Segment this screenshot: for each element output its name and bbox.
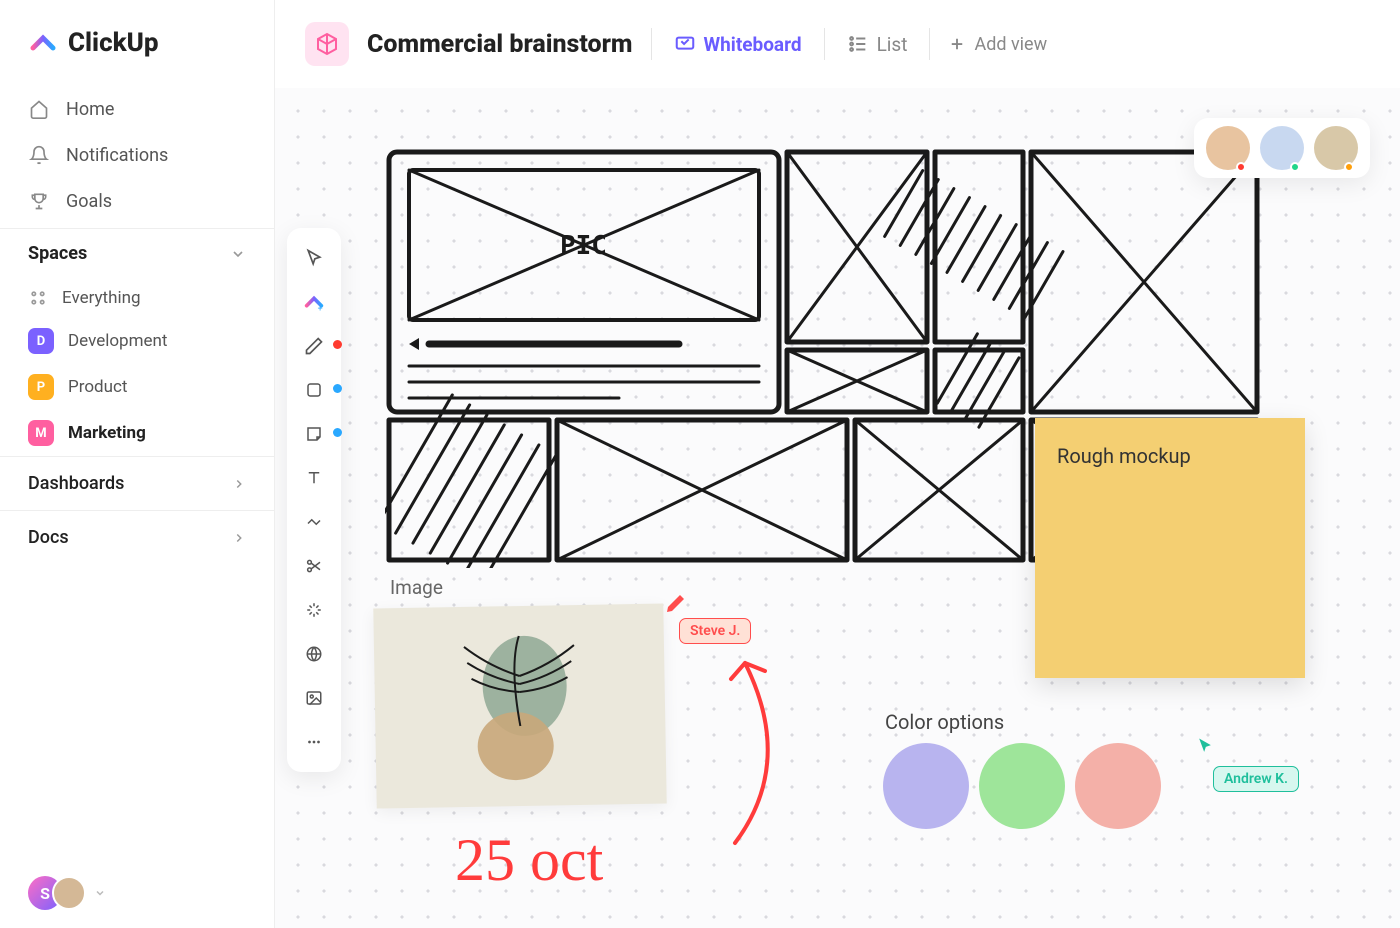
- tool-pointer[interactable]: [294, 238, 334, 278]
- nav-dashboards[interactable]: Dashboards: [0, 456, 274, 510]
- tool-clickup[interactable]: +: [294, 282, 334, 322]
- collaborator-avatar[interactable]: [1260, 126, 1304, 170]
- add-view[interactable]: Add view: [948, 34, 1047, 55]
- space-development[interactable]: D Development: [0, 318, 274, 364]
- tool-sticky[interactable]: [294, 414, 334, 454]
- nav-label: Notifications: [66, 145, 168, 166]
- plus-icon: [948, 35, 966, 53]
- bell-icon: [28, 144, 50, 166]
- whiteboard-canvas[interactable]: +: [275, 88, 1400, 928]
- tool-scissors[interactable]: [294, 546, 334, 586]
- separator: [824, 28, 825, 60]
- space-badge: M: [28, 420, 54, 446]
- nav-home[interactable]: Home: [0, 86, 274, 132]
- list-icon: [847, 33, 869, 55]
- collaborators[interactable]: [1194, 118, 1370, 178]
- nav-label: Goals: [66, 191, 112, 212]
- nav-docs[interactable]: Docs: [0, 510, 274, 564]
- grid-icon: [28, 288, 48, 308]
- collaborator-avatar[interactable]: [1206, 126, 1250, 170]
- tool-web[interactable]: [294, 634, 334, 674]
- spaces-everything[interactable]: Everything: [0, 278, 274, 318]
- view-list[interactable]: List: [843, 27, 912, 62]
- logo-text: ClickUp: [68, 28, 159, 58]
- tool-connector[interactable]: [294, 502, 334, 542]
- tool-more[interactable]: [294, 722, 334, 762]
- trophy-icon: [28, 190, 50, 212]
- tool-sparkle[interactable]: [294, 590, 334, 630]
- nav-label: Home: [66, 99, 114, 120]
- cursor-tag-andrew: Andrew K.: [1213, 766, 1299, 792]
- chevron-down-icon: [230, 246, 246, 262]
- separator: [651, 28, 652, 60]
- svg-text:+: +: [318, 305, 323, 313]
- topbar: Commercial brainstorm Whiteboard List Ad…: [275, 0, 1400, 88]
- whiteboard-icon: [674, 33, 696, 55]
- tool-image[interactable]: [294, 678, 334, 718]
- user-avatar: [52, 876, 86, 910]
- view-whiteboard[interactable]: Whiteboard: [670, 27, 806, 62]
- page-title: Commercial brainstorm: [367, 30, 633, 59]
- nav-goals[interactable]: Goals: [0, 178, 274, 224]
- tool-shape[interactable]: [294, 370, 334, 410]
- image-label: Image: [390, 576, 443, 599]
- chevron-down-icon: [94, 887, 106, 899]
- home-icon: [28, 98, 50, 120]
- cursor-tag-steve: Steve J.: [679, 618, 751, 644]
- space-product[interactable]: P Product: [0, 364, 274, 410]
- color-options-label: Color options: [885, 710, 1004, 734]
- color-swatch[interactable]: [883, 743, 969, 829]
- sidebar-user[interactable]: S: [0, 876, 274, 910]
- page-icon[interactable]: [305, 22, 349, 66]
- chevron-right-icon: [232, 531, 246, 545]
- nav-notifications[interactable]: Notifications: [0, 132, 274, 178]
- color-swatch[interactable]: [1075, 743, 1161, 829]
- toolbox: +: [287, 228, 341, 772]
- sidebar: ClickUp Home Notifications Goals Spaces …: [0, 0, 275, 928]
- tool-text[interactable]: [294, 458, 334, 498]
- space-badge: D: [28, 328, 54, 354]
- space-marketing[interactable]: M Marketing: [0, 410, 274, 456]
- space-badge: P: [28, 374, 54, 400]
- logo[interactable]: ClickUp: [0, 28, 274, 82]
- spaces-header[interactable]: Spaces: [0, 228, 274, 278]
- tool-pen[interactable]: [294, 326, 334, 366]
- chevron-right-icon: [232, 477, 246, 491]
- logo-icon: [28, 28, 58, 58]
- svg-text:25 oct: 25 oct: [455, 827, 604, 893]
- image-block[interactable]: [373, 603, 666, 808]
- collaborator-avatar[interactable]: [1314, 126, 1358, 170]
- handwriting-arrow: [675, 633, 815, 853]
- cursor-andrew: [1195, 736, 1215, 756]
- separator: [929, 28, 930, 60]
- cursor-steve: [663, 592, 687, 616]
- sticky-note[interactable]: Rough mockup: [1035, 418, 1305, 678]
- main: Commercial brainstorm Whiteboard List Ad…: [275, 0, 1400, 928]
- color-swatch[interactable]: [979, 743, 1065, 829]
- svg-text:PIC: PIC: [560, 231, 607, 261]
